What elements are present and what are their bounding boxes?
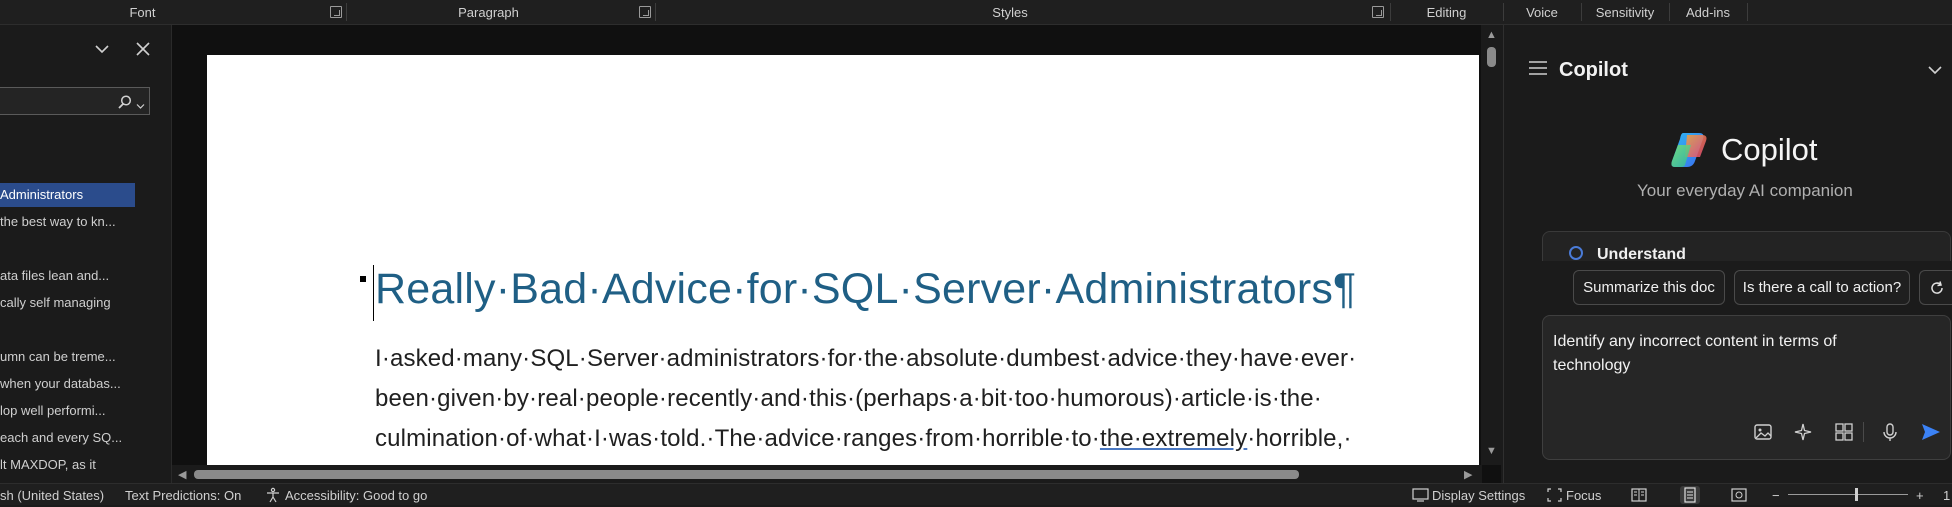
horizontal-scroll-thumb[interactable]	[194, 470, 1299, 479]
refresh-suggestions-button[interactable]	[1919, 270, 1952, 305]
suggestion-call-to-action[interactable]: Is there a call to action?	[1734, 270, 1910, 305]
body-text-line[interactable]: been·given·by·real·people·recently·and·t…	[375, 385, 1322, 413]
suggestion-summarize-doc[interactable]: Summarize this doc	[1573, 270, 1725, 305]
accessibility-icon[interactable]	[265, 487, 281, 503]
paragraph-anchor-mark	[360, 276, 366, 282]
nav-heading-item[interactable]: each and every SQ...	[0, 426, 135, 450]
document-canvas: Really·Bad·Advice·for·SQL·Server·Adminis…	[172, 25, 1501, 485]
chevron-down-icon[interactable]	[136, 98, 145, 109]
scroll-up-icon[interactable]: ▲	[1486, 29, 1497, 41]
understand-card-label: Understand	[1597, 246, 1686, 261]
zoom-level-value[interactable]: 1	[1943, 488, 1950, 503]
zoom-slider-thumb[interactable]	[1855, 488, 1858, 501]
ribbon-group-addins[interactable]: Add-ins	[1669, 0, 1747, 25]
navigation-pane: Administrators the best way to kn... ata…	[0, 25, 172, 483]
body-text-line[interactable]: I·asked·many·SQL·Server·administrators·f…	[375, 345, 1356, 373]
ribbon-separator	[1747, 3, 1748, 21]
accessibility-status[interactable]: Accessibility: Good to go	[285, 488, 427, 503]
ribbon-group-label: Styles	[992, 5, 1028, 20]
nav-heading-item[interactable]: ata files lean and...	[0, 264, 135, 288]
scroll-right-icon[interactable]: ▶	[1464, 468, 1472, 481]
zoom-out-button[interactable]: −	[1772, 488, 1780, 503]
focus-button[interactable]: Focus	[1566, 488, 1601, 503]
search-icon[interactable]	[117, 94, 133, 110]
font-dialog-launcher-icon[interactable]	[330, 6, 342, 18]
close-icon[interactable]	[136, 42, 150, 56]
copilot-hero-title: Copilot	[1721, 132, 1818, 167]
nav-heading-item[interactable]: when your databas...	[0, 372, 135, 396]
copilot-prompt-text[interactable]: Identify any incorrect content in terms …	[1553, 330, 1913, 378]
document-page[interactable]: Really·Bad·Advice·for·SQL·Server·Adminis…	[207, 55, 1479, 485]
nav-search-input[interactable]	[0, 87, 150, 115]
body-text-segment: culmination·of·what·I·was·told.·The·advi…	[375, 425, 1100, 452]
ribbon-group-paragraph: Paragraph	[346, 0, 631, 25]
proofing-underline-text[interactable]: the·extremely	[1100, 425, 1247, 452]
nav-heading-item[interactable]: umn can be treme...	[0, 345, 135, 369]
nav-heading-item[interactable]: lop well performi...	[0, 399, 135, 423]
text-predictions-status[interactable]: Text Predictions: On	[125, 488, 241, 503]
ribbon-group-label: Voice	[1526, 5, 1558, 20]
body-text-line[interactable]: culmination·of·what·I·was·told.·The·advi…	[375, 425, 1352, 453]
ribbon-group-label: Sensitivity	[1595, 5, 1655, 20]
ribbon-group-label: Paragraph	[458, 5, 519, 20]
understand-icon	[1569, 246, 1583, 260]
ribbon-group-font: Font	[0, 0, 285, 25]
language-status[interactable]: sh (United States)	[0, 488, 104, 503]
ribbon-group-label: Add-ins	[1685, 5, 1731, 20]
web-layout-icon[interactable]	[1731, 488, 1747, 502]
scroll-left-icon[interactable]: ◀	[178, 468, 186, 481]
status-bar: sh (United States) Text Predictions: On …	[0, 483, 1952, 505]
horizontal-scrollbar[interactable]: ◀ ▶	[172, 465, 1482, 483]
copilot-logo-icon	[1669, 131, 1709, 169]
ribbon-group-styles: Styles	[655, 0, 1365, 25]
read-mode-icon[interactable]	[1631, 488, 1647, 502]
body-text-segment: ·horrible,·	[1247, 425, 1352, 452]
text-cursor	[373, 265, 374, 321]
refresh-icon	[1930, 280, 1943, 294]
microphone-icon[interactable]	[1878, 420, 1902, 444]
ribbon-group-voice[interactable]: Voice	[1503, 0, 1581, 25]
image-input-icon[interactable]	[1751, 420, 1775, 444]
styles-dialog-launcher-icon[interactable]	[1372, 6, 1384, 18]
scroll-down-icon[interactable]: ▼	[1486, 445, 1497, 457]
nav-heading-item[interactable]: cally self managing	[0, 291, 135, 315]
apps-grid-icon[interactable]	[1832, 420, 1856, 444]
ribbon-group-label: Editing	[1426, 5, 1467, 20]
copilot-header-title: Copilot	[1559, 59, 1628, 81]
chevron-down-icon[interactable]	[94, 41, 110, 57]
ribbon-group-editing[interactable]: Editing	[1390, 0, 1503, 25]
vertical-scroll-thumb[interactable]	[1487, 47, 1496, 67]
vertical-scrollbar[interactable]: ▲ ▼	[1481, 25, 1501, 465]
copilot-pane: Copilot Copilot Your everyday AI compani…	[1503, 25, 1952, 483]
display-settings-button[interactable]: Display Settings	[1432, 488, 1525, 503]
print-layout-view-button[interactable]	[1680, 486, 1700, 504]
print-layout-icon	[1684, 487, 1696, 503]
display-settings-icon[interactable]	[1412, 488, 1429, 502]
send-icon[interactable]	[1919, 420, 1943, 444]
toolbar-divider	[1863, 422, 1864, 442]
ribbon-group-bar: Font Paragraph Styles Editing Voice Sens…	[0, 0, 1952, 25]
ribbon-group-sensitivity[interactable]: Sensitivity	[1581, 0, 1669, 25]
prompt-sparkle-icon[interactable]	[1791, 420, 1815, 444]
nav-heading-item[interactable]: Administrators	[0, 183, 135, 207]
zoom-in-button[interactable]: +	[1916, 488, 1924, 503]
copilot-prompt-input[interactable]: Identify any incorrect content in terms …	[1542, 315, 1951, 460]
document-title[interactable]: Really·Bad·Advice·for·SQL·Server·Adminis…	[375, 265, 1356, 314]
copilot-hero-subtitle: Your everyday AI companion	[1637, 181, 1853, 200]
zoom-slider-track[interactable]	[1788, 494, 1908, 495]
nav-heading-item[interactable]: lt MAXDOP, as it	[0, 453, 135, 477]
paragraph-dialog-launcher-icon[interactable]	[639, 6, 651, 18]
focus-icon[interactable]	[1547, 488, 1562, 502]
chevron-down-icon[interactable]	[1927, 63, 1943, 77]
understand-card[interactable]: Understand	[1542, 231, 1951, 261]
ribbon-group-label: Font	[129, 5, 156, 20]
menu-icon[interactable]	[1528, 59, 1548, 77]
nav-heading-item[interactable]: the best way to kn...	[0, 210, 135, 234]
